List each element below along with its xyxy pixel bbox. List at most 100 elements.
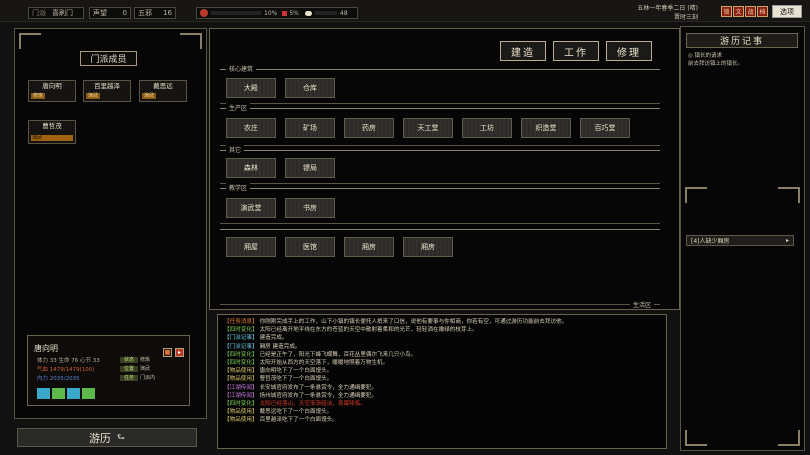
member-name: 戴思远	[153, 82, 173, 90]
skill-chips	[37, 388, 95, 399]
log-line: 【任务消息】 你刚刚完成手上的工作，山下小镇的镇长便托人捎来了口信，说他有要事与你…	[224, 319, 568, 325]
frame-corner	[685, 430, 707, 446]
building-tile[interactable]: 仓库	[285, 78, 335, 98]
building-tile[interactable]: 厢房	[344, 237, 394, 257]
message-log[interactable]: 【任务消息】 你刚刚完成手上的工作，山下小镇的镇长便托人捎来了口信，说他有要事与你…	[217, 314, 667, 449]
section-title: 教学区	[226, 183, 251, 192]
member-card[interactable]: 唐向明 修炼	[28, 80, 76, 102]
resource-b: 5%	[289, 9, 299, 17]
profile-tag: 位置 演武	[120, 365, 150, 372]
play-button[interactable]: ▸	[175, 348, 184, 357]
member-name: 唐向明	[42, 82, 62, 90]
building-tile[interactable]: 厢屋	[226, 237, 276, 257]
building-tile[interactable]: 药房	[344, 118, 394, 138]
stop-button[interactable]: ■	[163, 348, 172, 357]
file-icon[interactable]: 档	[757, 6, 768, 17]
repair-button[interactable]: 修理	[606, 41, 652, 61]
sect-name-field: 门派 喜刷门	[28, 7, 84, 19]
building-tile[interactable]: 工坊	[462, 118, 512, 138]
resource-c: 48	[339, 9, 348, 17]
profile-hp: 气血 1479/1479(100)	[37, 367, 95, 373]
frame-corner	[180, 33, 202, 49]
disciples-value: 16	[163, 9, 172, 17]
building-tile[interactable]: 农庄	[226, 118, 276, 138]
profile-tag: 任务 门派内	[120, 374, 155, 381]
section-title: 生活区	[629, 300, 654, 309]
disciples-field: 五邪 16	[134, 7, 176, 19]
members-title: 门派成员	[80, 51, 137, 66]
frame-corner	[778, 430, 800, 446]
log-line: 【四时变化】 太阳已经落山，天空渐渐暗淡，夜幕降临。	[224, 401, 366, 408]
member-card[interactable]: 曹哲茂 演武	[28, 120, 76, 144]
log-line: 【门派记事】 建造完成。	[224, 335, 288, 342]
quest-title: ◎ 镇长的请求	[688, 53, 723, 59]
date-line-1: 五林一年春季二日 (晴)	[637, 5, 698, 12]
member-card[interactable]: 戴思远 演武	[139, 80, 187, 102]
reputation-field: 声望 0	[89, 7, 131, 19]
section-title: 核心建筑	[226, 64, 257, 73]
reputation-value: 0	[122, 9, 127, 17]
profile-tag: 状态 修炼	[120, 356, 150, 363]
log-line: 【江湖传闻】 长安城官府发布了一条悬赏令，全力通缉要犯。	[224, 384, 378, 391]
member-name: 百里越泽	[94, 82, 120, 90]
options-button[interactable]: 选项	[772, 5, 802, 18]
food-icon	[304, 10, 312, 16]
journal-entry[interactable]: ◎ 镇长的请求 前去拜访镇上的镇长。	[688, 52, 798, 68]
event-text: [4]人缺少厢房	[691, 238, 730, 245]
battle-icon[interactable]: 战	[745, 6, 756, 17]
disciples-label: 五邪	[138, 9, 152, 17]
skill-chip[interactable]	[37, 388, 50, 399]
build-button[interactable]: 建造	[500, 41, 546, 61]
profile-mp: 内力 2035/2035	[37, 376, 80, 382]
building-tile[interactable]: 矿场	[285, 118, 335, 138]
skill-chip[interactable]	[52, 388, 65, 399]
work-button[interactable]: 工作	[553, 41, 599, 61]
resource-bar: 10% 5% 48	[196, 7, 358, 19]
skill-chip[interactable]	[67, 388, 80, 399]
log-line: 【江湖传闻】 扬州城官府发布了一条悬赏令，全力通缉要犯。	[224, 392, 378, 399]
journal-title: 游历记事	[686, 33, 798, 48]
profile-stats: 体力 33 生命 76 心节 33	[37, 358, 100, 364]
log-line: 【物品使用】 曹哲茂吃下了一个白面馒头。	[224, 376, 333, 383]
frame-corner	[19, 33, 41, 49]
event-item[interactable]: [4]人缺少厢房 ▸	[686, 235, 794, 246]
heart-icon	[282, 10, 288, 16]
building-tile[interactable]: 医馆	[285, 237, 335, 257]
building-tile[interactable]: 织造堂	[521, 118, 571, 138]
log-line: 【门派记事】 厢房 建造完成。	[224, 343, 301, 350]
boot-icon: ⮑	[116, 432, 126, 443]
log-line: 【物品使用】 唐向明吃下了一个白面馒头。	[224, 368, 333, 375]
resource-a: 10%	[264, 9, 278, 17]
building-tile[interactable]: 书房	[285, 198, 335, 218]
building-tile[interactable]: 森林	[226, 158, 276, 178]
building-tile[interactable]: 大殿	[226, 78, 276, 98]
reputation-label: 声望	[93, 9, 107, 17]
building-tile[interactable]: 百巧堂	[580, 118, 630, 138]
log-line: 【四时变化】 太阳已经离开地平线在东方的苍蓝的天空中散射着柔和的光芒，轻轻洒在嫩绿…	[224, 327, 478, 334]
log-line: 【物品使用】 戴思远吃下了一个白面馒头。	[224, 409, 333, 416]
building-tile[interactable]: 天工堂	[403, 118, 453, 138]
building-tile[interactable]: 演武堂	[226, 198, 276, 218]
log-line: 【四时变化】 已经是正午了，阳光下蜂飞蝶舞，百花丛里偶尔飞来几只小鸟。	[224, 351, 417, 358]
lock-icon[interactable]: 锁	[721, 6, 732, 17]
travel-button[interactable]: 游历 ⮑	[17, 428, 197, 447]
member-card[interactable]: 百里越泽 演武	[83, 80, 131, 102]
text-icon[interactable]: 文	[733, 6, 744, 17]
frame-corner	[778, 187, 800, 203]
date-display: 五林一年春季二日 (晴) 晋时三刻	[637, 4, 698, 22]
section-title: 其它	[226, 145, 245, 154]
building-tile[interactable]: 厢房	[403, 237, 453, 257]
arrow-right-icon: ▸	[785, 237, 789, 244]
top-icon-row: 锁 文 战 档	[721, 6, 768, 17]
profile-name: 唐向明	[34, 344, 58, 353]
quest-desc: 前去拜访镇上的镇长。	[688, 61, 744, 67]
member-state: 演武	[86, 93, 101, 99]
travel-label: 游历	[88, 431, 111, 445]
building-tile[interactable]: 镖局	[285, 158, 335, 178]
member-name: 曹哲茂	[42, 122, 62, 130]
member-state: 演武	[142, 93, 157, 99]
sect-label: 门派	[32, 9, 46, 17]
coin-icon	[200, 9, 208, 17]
member-state: 演武	[31, 135, 73, 141]
skill-chip[interactable]	[82, 388, 95, 399]
